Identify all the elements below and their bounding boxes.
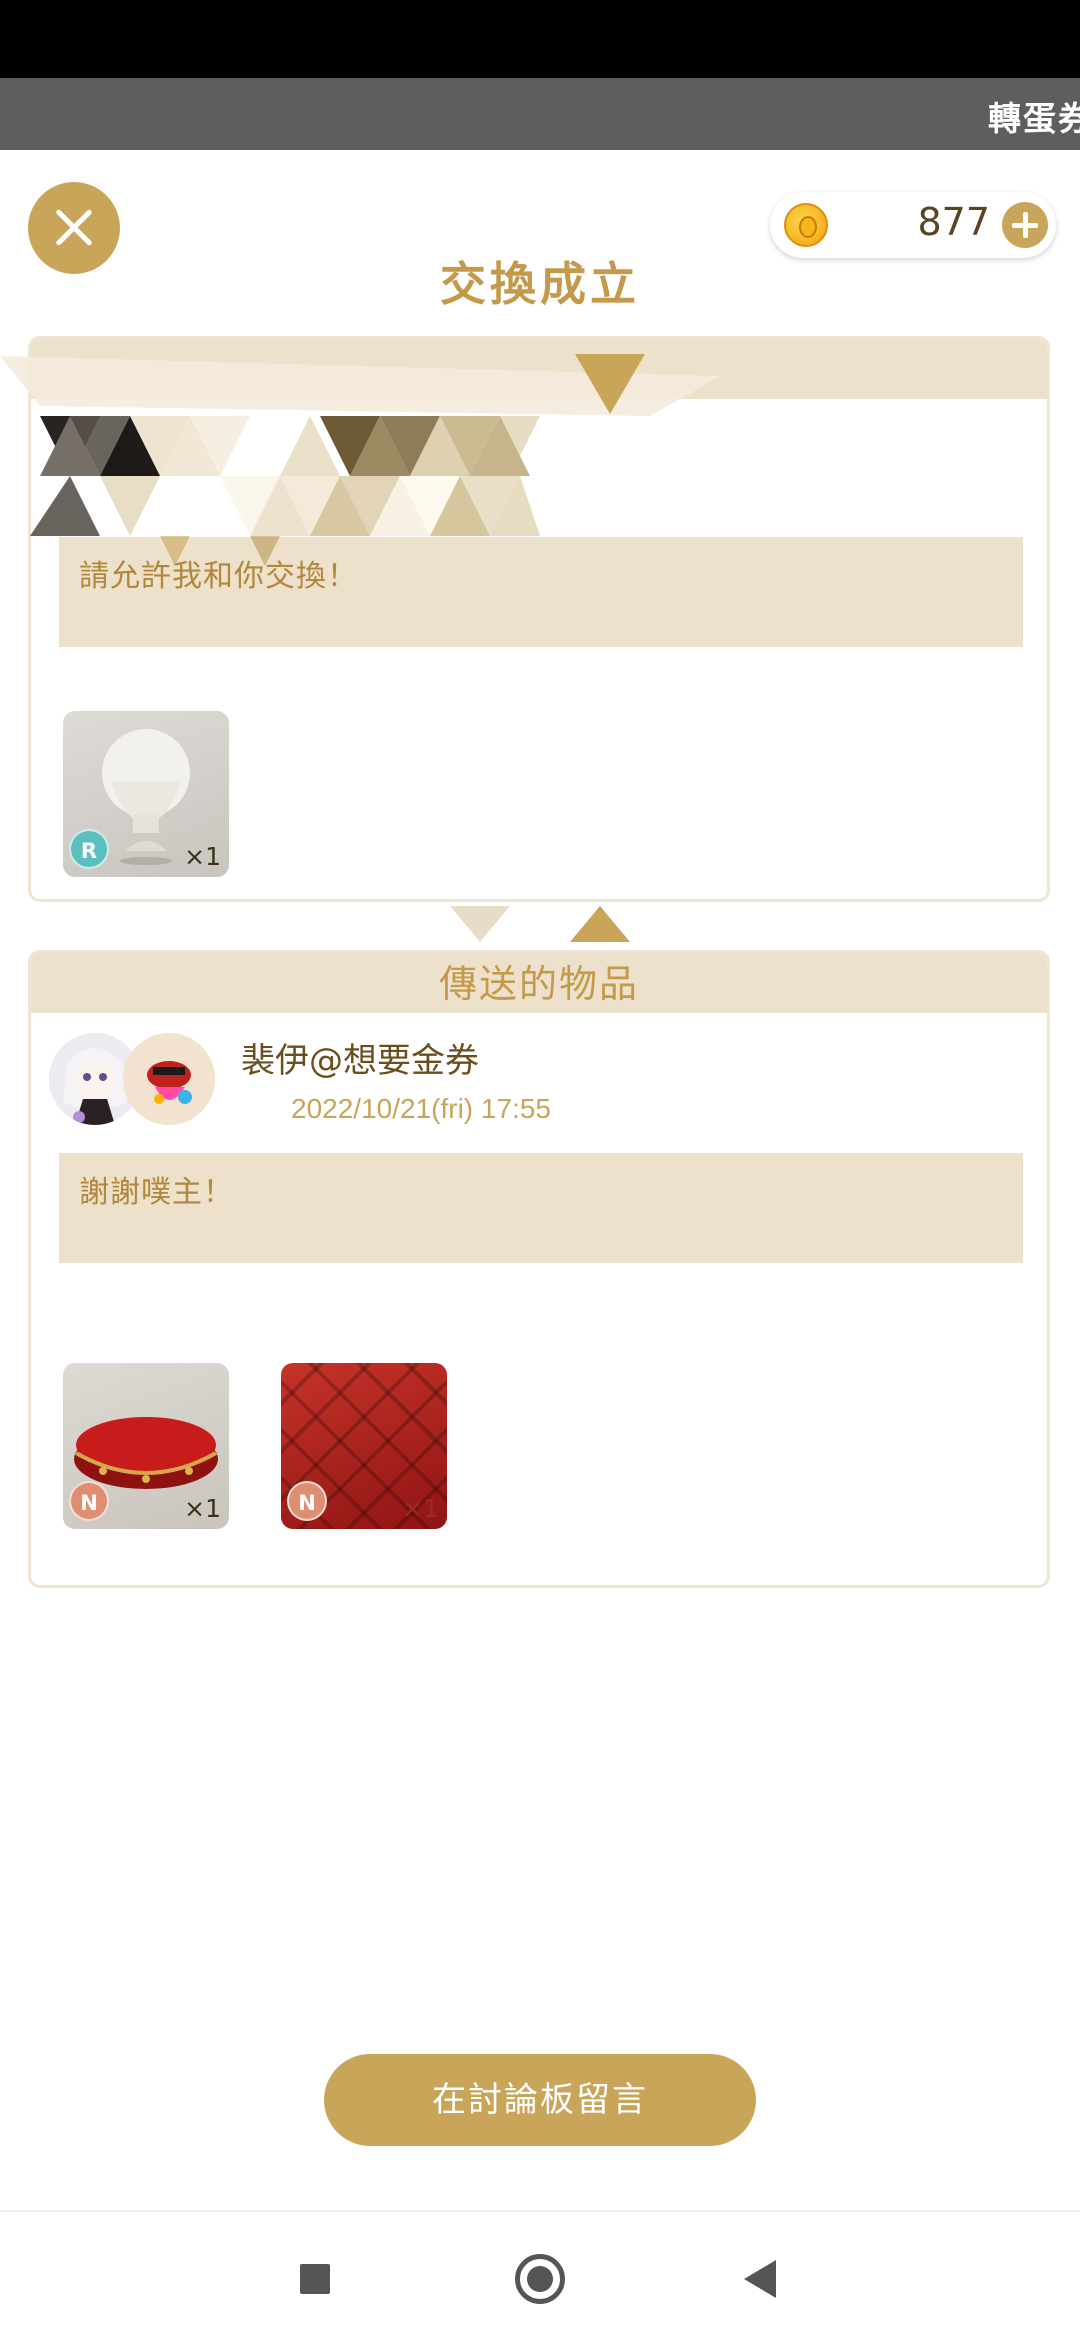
add-coins-button[interactable]: [1002, 202, 1048, 248]
sent-message: 謝謝噗主！: [59, 1153, 1023, 1263]
recent-apps-icon[interactable]: [300, 2264, 330, 2294]
ticker-banner: 轉蛋券: [0, 78, 1080, 150]
item-quantity: ×1: [184, 1494, 221, 1523]
sent-items-card: 傳送的物品 裴伊@想要金券 2022/10/21(fri) 17:55 謝謝噗主…: [28, 950, 1050, 1588]
back-icon[interactable]: [744, 2260, 776, 2298]
sent-timestamp: 2022/10/21(fri) 17:55: [291, 1093, 551, 1124]
rarity-badge: R: [69, 829, 109, 869]
sent-items-header: 傳送的物品: [31, 953, 1047, 1013]
swap-arrows-icon: [450, 906, 630, 942]
item-quantity: ×1: [402, 1494, 439, 1523]
item-tile-rug[interactable]: N ×1: [281, 1363, 447, 1529]
rarity-badge: N: [287, 1481, 327, 1521]
coin-icon: [784, 203, 828, 247]
item-tile-cushion[interactable]: N ×1: [63, 1363, 229, 1529]
page-title: 交換成立: [440, 257, 640, 311]
item-tile-bust[interactable]: R ×1: [63, 711, 229, 877]
pet-avatar: [123, 1033, 215, 1125]
post-to-board-button[interactable]: 在討論板留言: [324, 2054, 756, 2146]
home-icon[interactable]: [515, 2254, 565, 2304]
status-bar: [0, 0, 1080, 78]
sender-name[interactable]: 裴伊@想要金券: [241, 1033, 479, 1082]
ticker-text: 轉蛋券: [988, 99, 1080, 138]
rarity-badge: N: [69, 1481, 109, 1521]
transition-triangles: [0, 354, 720, 566]
item-quantity: ×1: [184, 842, 221, 871]
coin-count: 877: [917, 200, 990, 244]
pet-icon: [123, 1033, 215, 1125]
android-nav-bar: [0, 2210, 1080, 2340]
